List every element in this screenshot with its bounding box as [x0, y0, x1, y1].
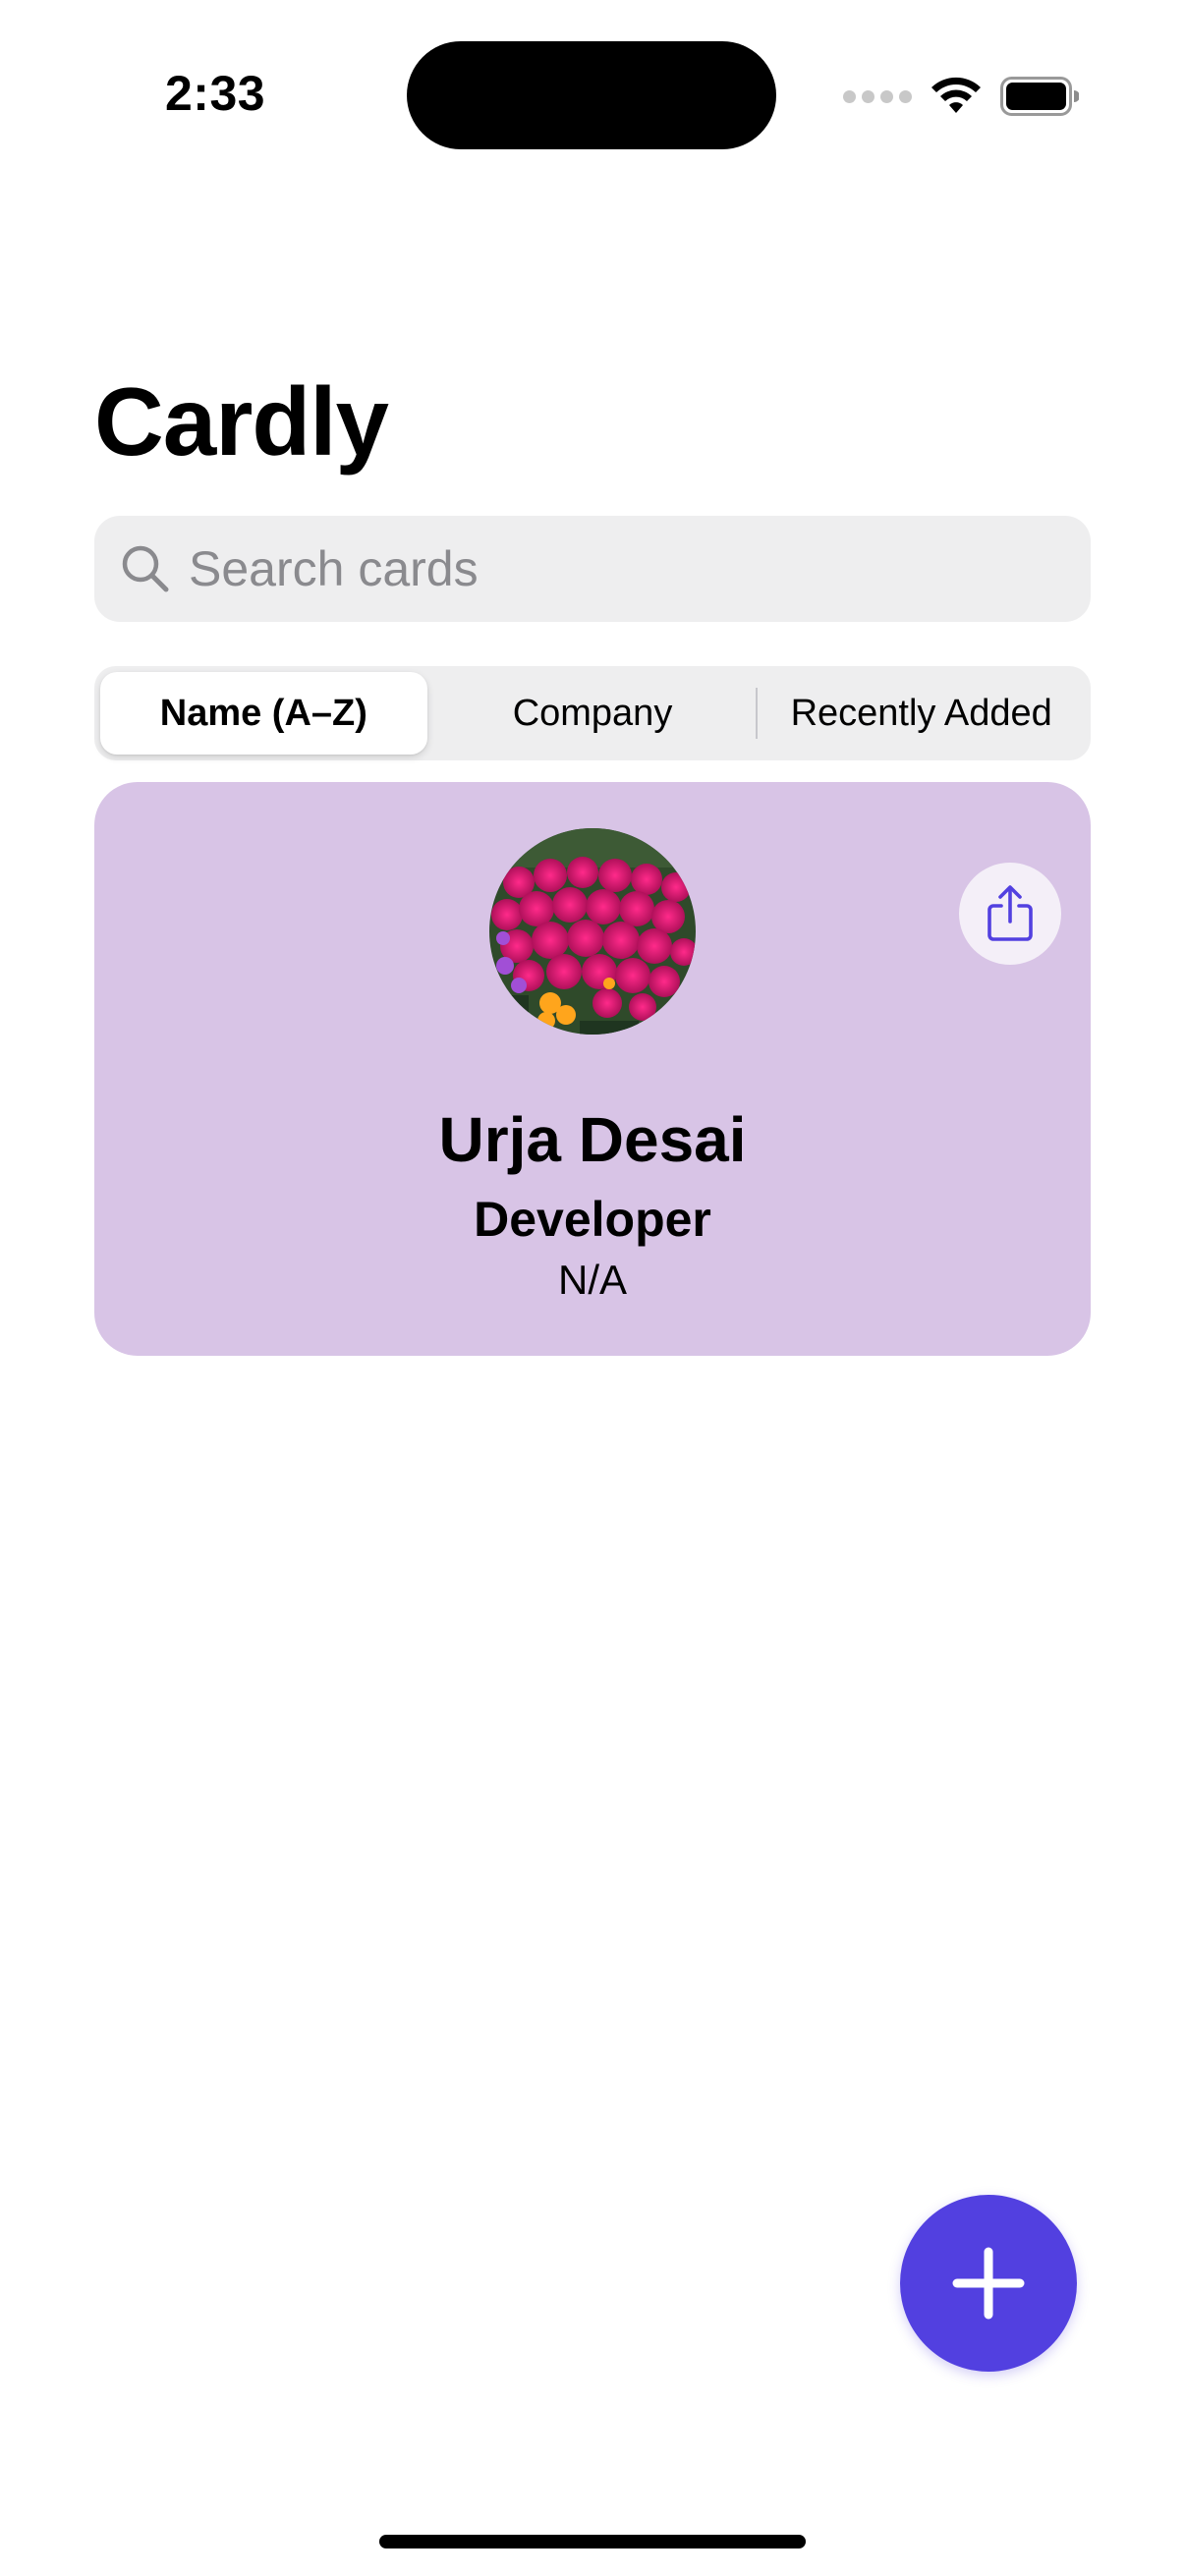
avatar — [489, 828, 696, 1035]
add-card-button[interactable] — [900, 2195, 1077, 2372]
card-job-title: Developer — [474, 1192, 711, 1247]
share-button[interactable] — [959, 863, 1061, 965]
search-icon — [116, 539, 175, 598]
battery-icon — [1000, 77, 1079, 116]
sort-segmented-control: Name (A–Z) Company Recently Added — [94, 666, 1091, 760]
search-bar[interactable] — [94, 515, 1091, 623]
search-input[interactable] — [187, 515, 1091, 623]
share-icon — [988, 885, 1033, 941]
page-title: Cardly — [94, 367, 389, 476]
segment-label: Name (A–Z) — [159, 692, 367, 734]
segment-name-az[interactable]: Name (A–Z) — [100, 672, 427, 755]
plus-icon — [952, 2247, 1025, 2320]
segment-recently-added[interactable]: Recently Added — [758, 672, 1085, 755]
card-name: Urja Desai — [438, 1104, 747, 1175]
home-indicator[interactable] — [379, 2535, 806, 2548]
wifi-icon — [931, 77, 981, 113]
status-time: 2:33 — [165, 66, 266, 121]
status-indicators — [843, 71, 1079, 122]
segment-company[interactable]: Company — [429, 672, 757, 755]
cellular-signal-icon — [843, 89, 912, 103]
business-card[interactable]: Urja Desai Developer N/A — [94, 782, 1091, 1356]
segment-label: Recently Added — [790, 692, 1052, 734]
segment-label: Company — [512, 692, 673, 734]
dynamic-island — [407, 41, 776, 149]
card-company: N/A — [557, 1257, 627, 1303]
